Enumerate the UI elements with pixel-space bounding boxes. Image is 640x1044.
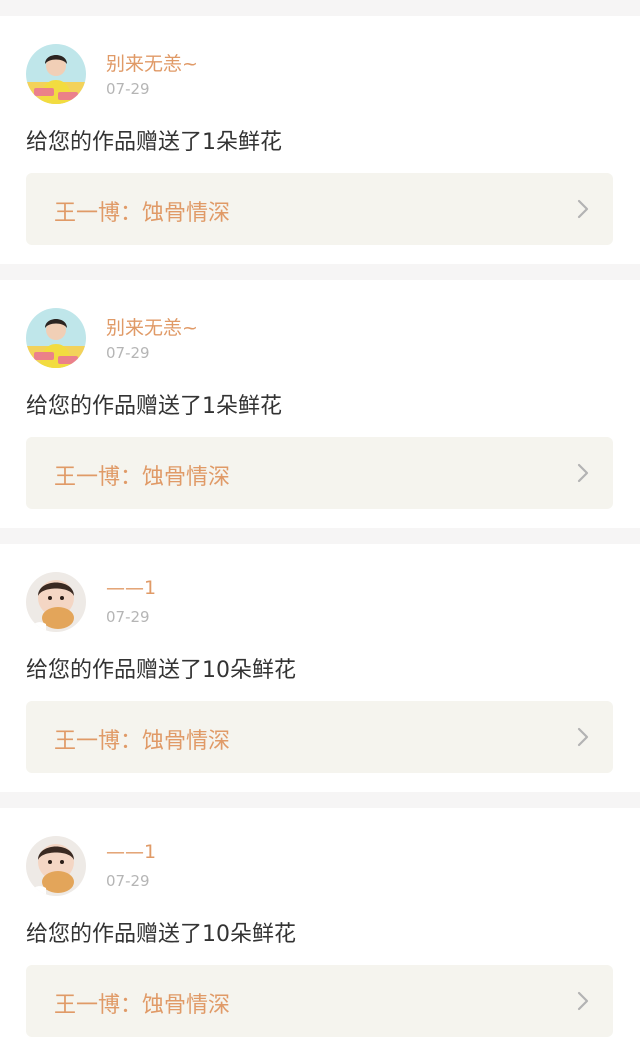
user-avatar[interactable] [26, 836, 86, 896]
user-avatar[interactable] [26, 308, 86, 368]
user-avatar[interactable] [26, 572, 86, 632]
notification-card: ——1 07-29 给您的作品赠送了10朵鲜花 王一博：蚀骨情深 [0, 808, 640, 1044]
timestamp: 07-29 [106, 344, 150, 362]
username[interactable]: ——1 [106, 841, 156, 863]
username[interactable]: ——1 [106, 577, 156, 599]
work-link-card[interactable]: 王一博：蚀骨情深 [26, 965, 613, 1037]
timestamp: 07-29 [106, 872, 150, 890]
chevron-right-icon [577, 991, 589, 1011]
gift-message: 给您的作品赠送了10朵鲜花 [26, 922, 296, 947]
timestamp: 07-29 [106, 608, 150, 626]
username[interactable]: 别来无恙~ [106, 49, 198, 76]
chevron-right-icon [577, 727, 589, 747]
notification-card: 别来无恙~ 07-29 给您的作品赠送了1朵鲜花 王一博：蚀骨情深 [0, 16, 640, 264]
man-avatar-yellow-icon [26, 308, 86, 368]
work-link-card[interactable]: 王一博：蚀骨情深 [26, 701, 613, 773]
notification-card: ——1 07-29 给您的作品赠送了10朵鲜花 王一博：蚀骨情深 [0, 544, 640, 792]
gift-message: 给您的作品赠送了1朵鲜花 [26, 394, 282, 419]
chevron-right-icon [577, 463, 589, 483]
baby-avatar-icon [26, 836, 86, 896]
work-link-card[interactable]: 王一博：蚀骨情深 [26, 437, 613, 509]
user-avatar[interactable] [26, 44, 86, 104]
work-title: 王一博：蚀骨情深 [54, 993, 231, 1018]
gift-message: 给您的作品赠送了10朵鲜花 [26, 658, 296, 683]
work-title: 王一博：蚀骨情深 [54, 201, 231, 226]
timestamp: 07-29 [106, 80, 150, 98]
gift-message: 给您的作品赠送了1朵鲜花 [26, 130, 282, 155]
work-title: 王一博：蚀骨情深 [54, 729, 231, 754]
man-avatar-yellow-icon [26, 44, 86, 104]
work-link-card[interactable]: 王一博：蚀骨情深 [26, 173, 613, 245]
chevron-right-icon [577, 199, 589, 219]
gift-notification-feed: 别来无恙~ 07-29 给您的作品赠送了1朵鲜花 王一博：蚀骨情深 别来无恙~ … [0, 0, 640, 1044]
username[interactable]: 别来无恙~ [106, 313, 198, 340]
baby-avatar-icon [26, 572, 86, 632]
work-title: 王一博：蚀骨情深 [54, 465, 231, 490]
notification-card: 别来无恙~ 07-29 给您的作品赠送了1朵鲜花 王一博：蚀骨情深 [0, 280, 640, 528]
